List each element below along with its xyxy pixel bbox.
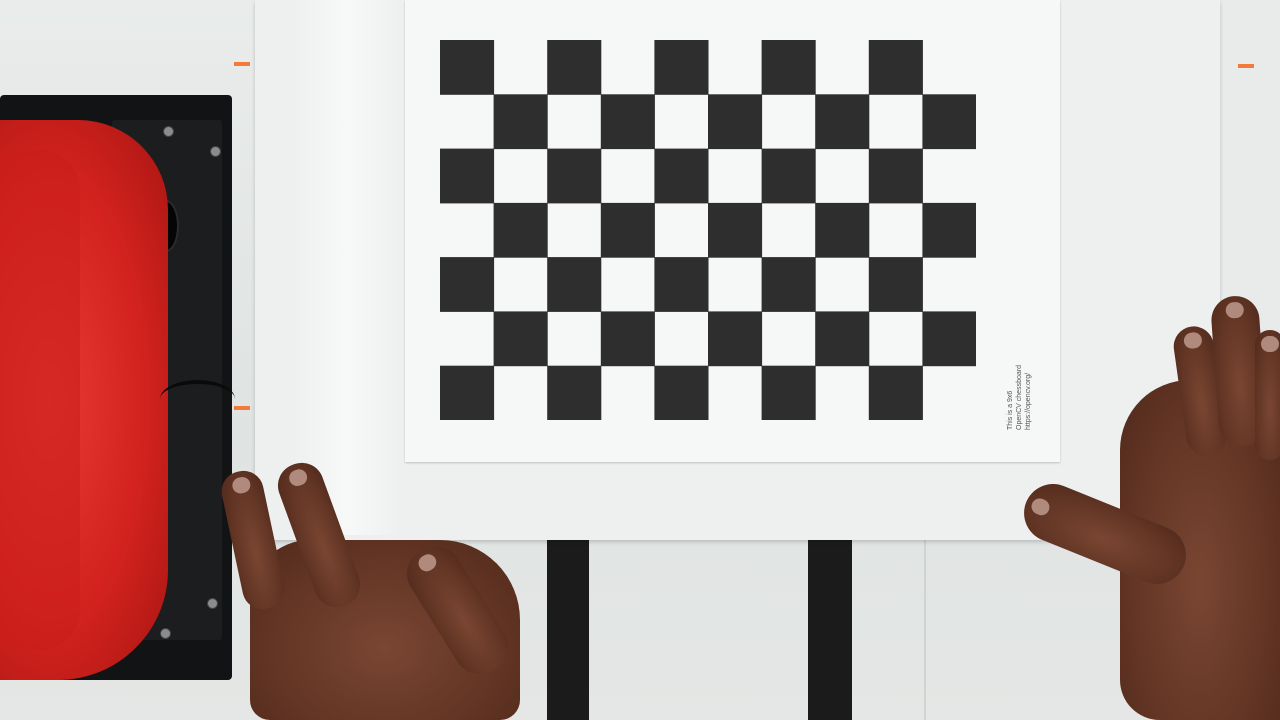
chessboard-square <box>761 365 816 420</box>
chessboard-square <box>547 40 602 95</box>
chessboard-square <box>708 94 763 150</box>
chessboard-square <box>440 148 495 204</box>
screw <box>163 126 174 137</box>
screw <box>207 598 218 609</box>
chessboard-square <box>600 202 655 258</box>
caption-line: https://opencv.org/ <box>1025 372 1032 430</box>
black-tape-strip <box>547 535 589 720</box>
chessboard-square <box>493 202 548 258</box>
chessboard-square <box>600 94 655 150</box>
chessboard-square <box>600 311 655 367</box>
chessboard-square <box>654 40 709 95</box>
chessboard-square <box>654 148 709 204</box>
screw <box>210 146 221 157</box>
caption-line: This is a 9x6 <box>1007 390 1014 430</box>
black-tape-strip <box>808 525 852 720</box>
chessboard-square <box>547 365 602 420</box>
chessboard-square <box>761 40 816 95</box>
chessboard-square <box>815 94 870 150</box>
chessboard-square <box>708 311 763 367</box>
chessboard-square <box>815 311 870 367</box>
right-hand-finger <box>1255 330 1280 460</box>
chessboard-square <box>547 148 602 204</box>
chessboard-square <box>654 365 709 420</box>
chessboard-pattern <box>440 40 976 420</box>
chessboard-square <box>547 257 602 312</box>
chessboard-square <box>654 257 709 312</box>
screw <box>160 628 171 639</box>
chessboard-square <box>922 311 976 367</box>
chessboard-square <box>493 311 548 367</box>
chessboard-square <box>708 202 763 258</box>
caption-line: OpenCV chessboard <box>1016 365 1023 430</box>
pattern-caption: This is a 9x6 OpenCV chessboard https://… <box>1006 350 1046 430</box>
chessboard-square <box>440 257 495 312</box>
table-seam <box>924 520 926 720</box>
board-glare <box>292 0 402 535</box>
chessboard-square <box>922 202 976 258</box>
chessboard-square <box>868 40 923 95</box>
chessboard-square <box>868 148 923 204</box>
chessboard-square <box>868 257 923 312</box>
red-cap-shade <box>0 150 80 650</box>
chessboard-square <box>761 257 816 312</box>
chessboard-square <box>815 202 870 258</box>
chessboard-square <box>761 148 816 204</box>
chessboard-square <box>440 365 495 420</box>
chessboard-square <box>440 40 495 95</box>
chessboard-square <box>868 365 923 420</box>
orange-mark <box>234 406 250 410</box>
orange-mark <box>234 62 250 66</box>
right-panel <box>1215 0 1280 330</box>
chessboard-square <box>493 94 548 150</box>
orange-mark <box>1238 64 1254 68</box>
cap-strap <box>160 380 235 418</box>
chessboard-square <box>922 94 976 150</box>
